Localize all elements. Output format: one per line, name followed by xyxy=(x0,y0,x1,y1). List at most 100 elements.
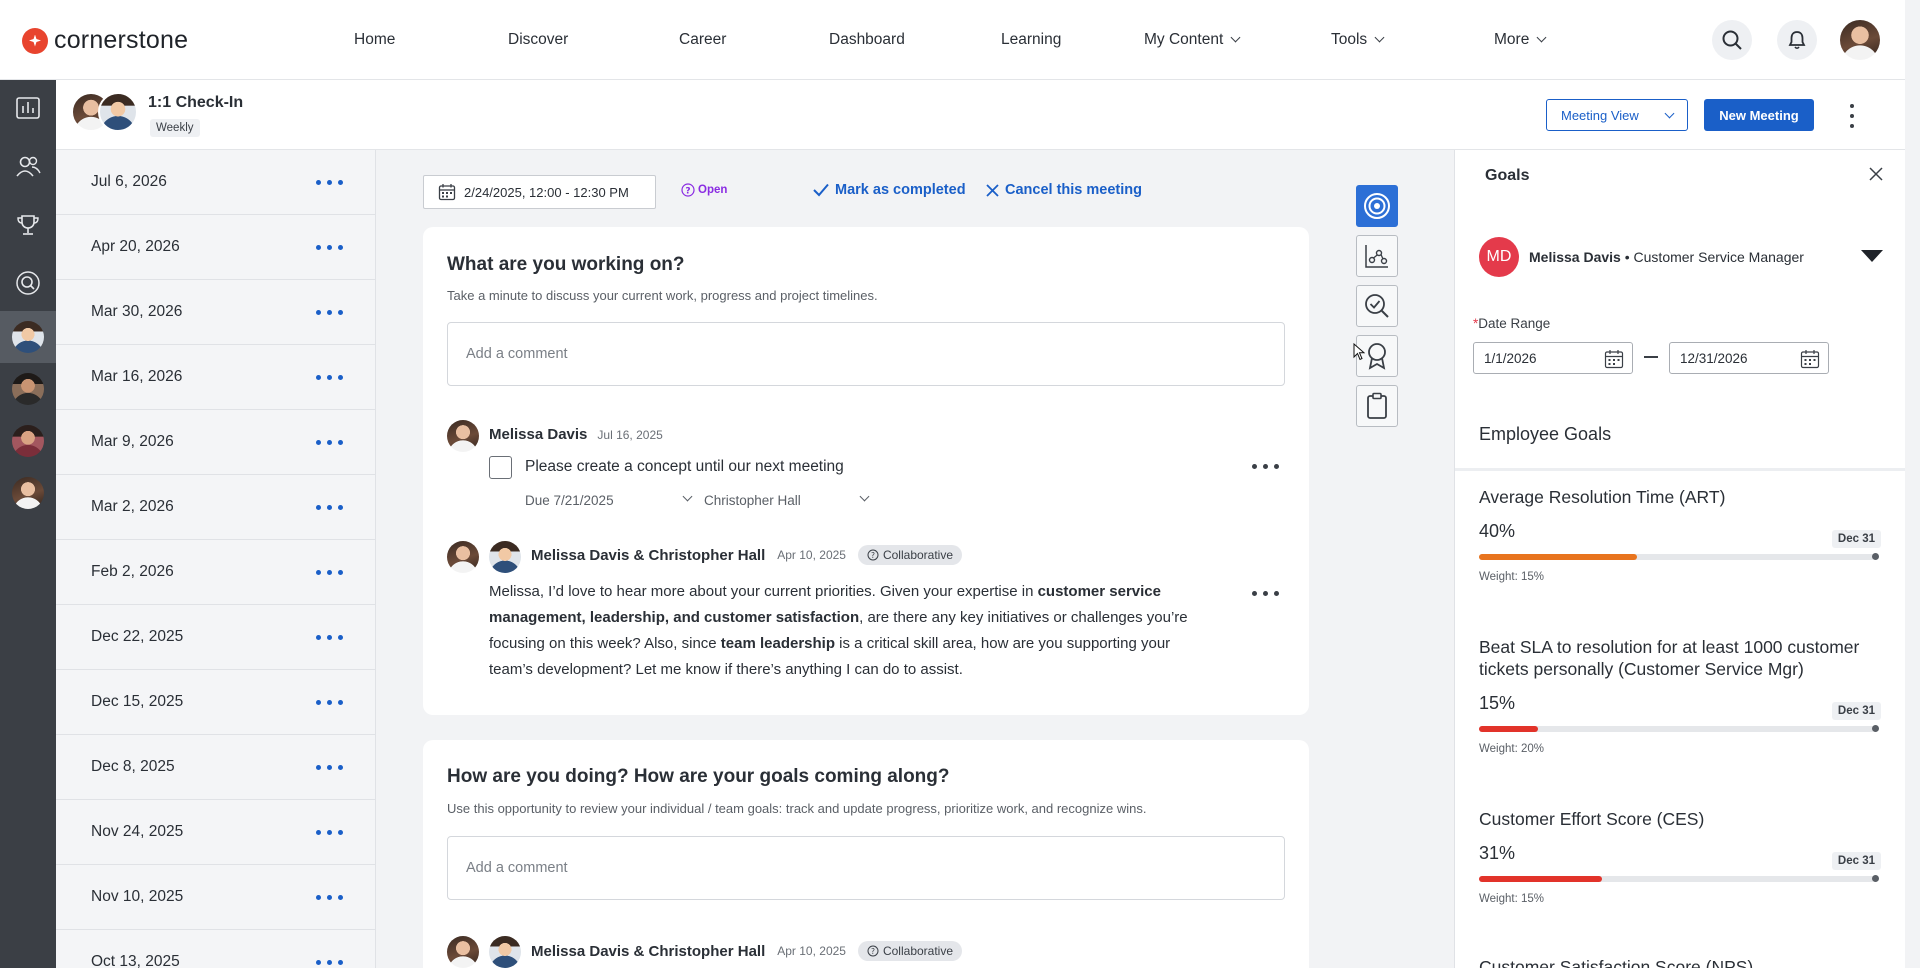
list-item[interactable]: Mar 9, 2026 xyxy=(56,410,375,475)
close-panel-button[interactable] xyxy=(1869,167,1883,186)
end-date-field[interactable]: 12/31/2026 xyxy=(1669,342,1829,374)
notifications-button[interactable] xyxy=(1777,20,1817,60)
date-range-separator xyxy=(1644,356,1658,358)
goal-owner-selector[interactable]: MD Melissa Davis • Customer Service Mana… xyxy=(1479,237,1804,277)
list-item[interactable]: Mar 30, 2026 xyxy=(56,280,375,345)
list-item[interactable]: Mar 16, 2026 xyxy=(56,345,375,410)
user-avatar[interactable] xyxy=(1840,20,1880,60)
calendar-icon xyxy=(1800,350,1820,369)
notes-tool-button[interactable] xyxy=(1356,385,1398,427)
clipboard-icon xyxy=(1367,392,1387,419)
target-icon xyxy=(1364,193,1390,219)
goal-due-badge: Dec 31 xyxy=(1831,702,1881,720)
left-rail xyxy=(0,80,56,968)
more-options-icon[interactable] xyxy=(316,244,343,250)
more-options-icon[interactable] xyxy=(316,634,343,640)
owner-name: Melissa Davis xyxy=(1529,249,1621,265)
meeting-datetime-field[interactable]: 2/24/2025, 12:00 - 12:30 PM xyxy=(423,175,656,209)
mark-completed-button[interactable]: Mark as completed xyxy=(813,182,966,198)
agenda-subtitle: Take a minute to discuss your current wo… xyxy=(447,288,878,303)
rail-people[interactable] xyxy=(0,140,56,192)
goal-item[interactable]: Average Resolution Time (ART) Dec 31 40%… xyxy=(1479,486,1881,583)
goal-weight: Weight: 15% xyxy=(1479,571,1544,583)
task-due-dropdown[interactable]: Due 7/21/2025 xyxy=(525,491,693,508)
progress-end-marker xyxy=(1872,553,1879,560)
rail-person-2[interactable] xyxy=(0,363,56,415)
nav-tools-label: Tools xyxy=(1331,31,1368,48)
task-checkbox[interactable] xyxy=(489,456,512,479)
nav-tools[interactable]: Tools xyxy=(1331,31,1385,49)
list-item[interactable]: Nov 24, 2025 xyxy=(56,800,375,865)
list-item[interactable]: Dec 22, 2025 xyxy=(56,605,375,670)
rail-achievements[interactable] xyxy=(0,199,56,251)
review-tool-button[interactable] xyxy=(1356,285,1398,327)
trophy-icon xyxy=(17,215,39,235)
goal-percent: 31% xyxy=(1479,843,1516,863)
rail-person-3[interactable] xyxy=(0,415,56,467)
goal-item[interactable]: Customer Effort Score (CES) Dec 31 31% W… xyxy=(1479,808,1881,905)
mouse-cursor-icon xyxy=(1353,343,1365,361)
list-item[interactable]: Dec 15, 2025 xyxy=(56,670,375,735)
meeting-title: 1:1 Check-In xyxy=(148,94,244,111)
nav-discover[interactable]: Discover xyxy=(508,31,568,49)
more-options-icon[interactable] xyxy=(1252,591,1279,596)
close-icon xyxy=(986,183,999,197)
goal-percent: 15% xyxy=(1479,693,1516,713)
task-due-value: Due 7/21/2025 xyxy=(525,493,614,508)
more-options-icon[interactable] xyxy=(1842,102,1862,130)
info-icon: ? xyxy=(867,945,879,957)
more-options-icon[interactable] xyxy=(316,439,343,445)
more-options-icon[interactable] xyxy=(316,959,343,965)
more-options-icon[interactable] xyxy=(316,699,343,705)
rail-search[interactable] xyxy=(0,257,56,309)
list-item[interactable]: Jul 6, 2026 xyxy=(56,150,375,215)
collaborative-label: Collaborative xyxy=(882,548,954,562)
list-item[interactable]: Oct 13, 2025 xyxy=(56,930,375,968)
cornerstone-logo[interactable]: cornerstone xyxy=(22,26,188,55)
caret-down-icon[interactable] xyxy=(1861,250,1883,262)
rail-person-1[interactable] xyxy=(0,311,56,363)
goal-item[interactable]: Beat SLA to resolution for at least 1000… xyxy=(1479,636,1881,755)
nav-my-content[interactable]: My Content xyxy=(1144,31,1241,49)
nav-dashboard[interactable]: Dashboard xyxy=(829,31,905,49)
development-tool-button[interactable] xyxy=(1356,235,1398,277)
more-options-icon[interactable] xyxy=(316,309,343,315)
more-options-icon[interactable] xyxy=(316,829,343,835)
more-options-icon[interactable] xyxy=(316,894,343,900)
date-label: Mar 30, 2026 xyxy=(91,303,183,320)
more-options-icon[interactable] xyxy=(316,374,343,380)
comment-input[interactable]: Add a comment xyxy=(447,322,1285,386)
nav-more[interactable]: More xyxy=(1494,31,1547,49)
more-options-icon[interactable] xyxy=(316,569,343,575)
more-options-icon[interactable] xyxy=(316,504,343,510)
new-meeting-button[interactable]: New Meeting xyxy=(1704,99,1814,131)
list-item[interactable]: Mar 2, 2026 xyxy=(56,475,375,540)
list-item[interactable]: Nov 10, 2025 xyxy=(56,865,375,930)
rail-person-4[interactable] xyxy=(0,467,56,519)
list-item[interactable]: Feb 2, 2026 xyxy=(56,540,375,605)
more-options-icon[interactable] xyxy=(316,179,343,185)
note-authors: Melissa Davis & Christopher Hall xyxy=(531,942,766,960)
search-button[interactable] xyxy=(1712,20,1752,60)
nav-career[interactable]: Career xyxy=(679,31,726,49)
chevron-down-icon xyxy=(1374,32,1385,43)
meeting-view-label: Meeting View xyxy=(1561,107,1639,123)
nav-home[interactable]: Home xyxy=(354,31,395,49)
goals-tool-button[interactable] xyxy=(1356,185,1398,227)
meeting-view-dropdown[interactable]: Meeting View xyxy=(1546,99,1688,131)
cancel-meeting-button[interactable]: Cancel this meeting xyxy=(986,182,1142,198)
start-date-field[interactable]: 1/1/2026 xyxy=(1473,342,1633,374)
mark-completed-label: Mark as completed xyxy=(835,182,966,198)
collaborative-label: Collaborative xyxy=(882,944,954,958)
goal-progress-bar xyxy=(1479,725,1879,732)
list-item[interactable]: Apr 20, 2026 xyxy=(56,215,375,280)
task-assignee-dropdown[interactable]: Christopher Hall xyxy=(704,491,870,508)
list-item[interactable]: Dec 8, 2025 xyxy=(56,735,375,800)
nav-learning[interactable]: Learning xyxy=(1001,31,1061,49)
more-options-icon[interactable] xyxy=(1252,464,1279,469)
agenda-card-goals: How are you doing? How are your goals co… xyxy=(423,740,1309,968)
goal-item[interactable]: Customer Satisfaction Score (NPS) xyxy=(1479,956,1881,968)
rail-dashboard[interactable] xyxy=(0,82,56,134)
comment-input[interactable]: Add a comment xyxy=(447,836,1285,900)
more-options-icon[interactable] xyxy=(316,764,343,770)
